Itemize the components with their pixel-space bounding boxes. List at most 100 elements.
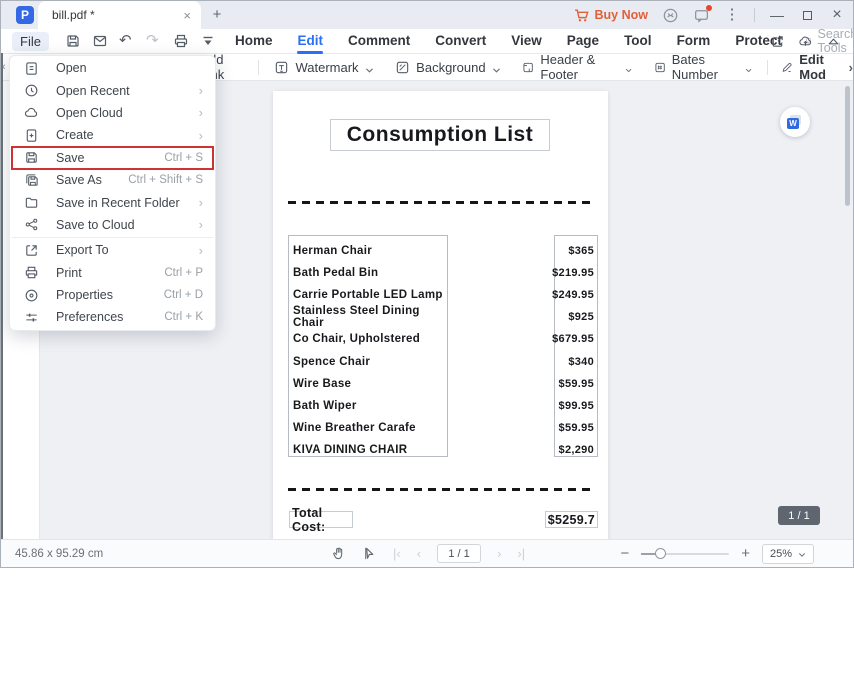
- select-tool-icon[interactable]: [362, 546, 377, 561]
- file-menu-item-open-cloud[interactable]: Open Cloud ›: [10, 102, 215, 124]
- titlebar: P bill.pdf * × + Buy Now ⋮ — ×: [1, 1, 853, 29]
- bates-number-button[interactable]: Bates Number: [654, 52, 753, 82]
- new-tab-button[interactable]: +: [207, 5, 227, 25]
- menu-tab-page[interactable]: Page: [567, 29, 599, 54]
- file-menu-item-print[interactable]: Print Ctrl + P: [10, 262, 215, 284]
- watermark-button[interactable]: Watermark: [274, 60, 373, 75]
- item-price: $679.95: [552, 333, 594, 346]
- background-button[interactable]: Background: [395, 60, 500, 75]
- first-page-icon[interactable]: |‹: [393, 546, 401, 561]
- file-menu-item-label: Export To: [56, 243, 109, 258]
- file-menu-item-create[interactable]: Create ›: [10, 124, 215, 146]
- vertical-scrollbar[interactable]: [845, 86, 850, 206]
- close-window-button[interactable]: ×: [829, 7, 845, 23]
- file-menu-button[interactable]: File: [12, 31, 49, 51]
- hand-tool-icon[interactable]: [331, 546, 346, 561]
- cloud-upload-icon[interactable]: [798, 34, 813, 49]
- file-menu-item-open-recent[interactable]: Open Recent ›: [10, 79, 215, 101]
- zoom-slider-thumb[interactable]: [655, 547, 667, 559]
- circledot-icon: [24, 288, 39, 303]
- doc-title-textbox[interactable]: Consumption List: [330, 119, 550, 151]
- zoom-slider[interactable]: [641, 547, 730, 559]
- menu-tab-form[interactable]: Form: [677, 29, 711, 54]
- submenu-arrow-icon: ›: [198, 105, 203, 121]
- item-names-textbox[interactable]: Herman Chair Bath Pedal Bin Carrie Portabl…: [288, 235, 448, 457]
- file-menu-item-label: Save: [56, 150, 85, 165]
- pencil-icon: [781, 60, 793, 75]
- total-value-textbox[interactable]: $5259.7: [545, 511, 598, 528]
- header-footer-button[interactable]: Header & Footer: [522, 52, 632, 82]
- doclines-icon: [24, 61, 39, 76]
- file-menu-item-save-in-recent-folder[interactable]: Save in Recent Folder ›: [10, 191, 215, 213]
- tab-close-icon[interactable]: ×: [183, 8, 191, 23]
- file-menu-item-properties[interactable]: Properties Ctrl + D: [10, 284, 215, 306]
- share-icon[interactable]: [770, 34, 785, 49]
- shortcut-hint: Ctrl + D: [163, 289, 203, 302]
- maximize-button[interactable]: [799, 7, 815, 23]
- item-price: $59.95: [558, 421, 594, 434]
- file-menu-item-export-to[interactable]: Export To ›: [10, 239, 215, 261]
- app-window: P bill.pdf * × + Buy Now ⋮ — × File ↶ ↷ …: [0, 0, 854, 568]
- more-menu-icon[interactable]: ⋮: [724, 7, 740, 23]
- item-price: $340: [568, 355, 594, 368]
- email-icon[interactable]: [92, 33, 108, 49]
- menubar: File ↶ ↷ Home Edit Comment Convert View Page T…: [1, 27, 854, 55]
- file-menu-item-preferences[interactable]: Preferences Ctrl + K: [10, 306, 215, 328]
- zoom-in-button[interactable]: +: [741, 545, 750, 562]
- undo-icon[interactable]: ↶: [119, 33, 135, 49]
- buy-now-label: Buy Now: [594, 8, 648, 22]
- file-menu-dropdown: Open Open Recent › Open Cloud › Create › Save Ct…: [9, 55, 216, 331]
- quick-print-icon[interactable]: [173, 33, 189, 49]
- menu-tab-edit[interactable]: Edit: [297, 29, 323, 54]
- page-number-input[interactable]: 1 / 1: [437, 544, 482, 563]
- item-price: $925: [568, 311, 594, 324]
- chevron-down-icon: [798, 550, 806, 558]
- file-menu-item-save-to-cloud[interactable]: Save to Cloud ›: [10, 214, 215, 236]
- menu-tab-tool[interactable]: Tool: [624, 29, 652, 54]
- edit-mode-button[interactable]: Edit Mod ›: [781, 52, 853, 82]
- item-prices-textbox[interactable]: $365 $219.95 $249.95 $925 $679.95 $340 $59.95 $…: [552, 235, 598, 457]
- file-menu-item-save-as[interactable]: Save As Ctrl + Shift + S: [10, 169, 215, 191]
- file-menu-item-label: Create: [56, 128, 94, 143]
- item-name: Bath Wiper: [293, 399, 357, 412]
- item-price: $219.95: [552, 267, 594, 280]
- next-page-icon[interactable]: ›: [497, 546, 501, 561]
- menu-tab-convert[interactable]: Convert: [435, 29, 486, 54]
- zoom-level-dropdown[interactable]: 25%: [762, 543, 814, 564]
- floppy-icon: [24, 150, 39, 165]
- notifications-icon[interactable]: [693, 4, 712, 24]
- printer-icon: [24, 265, 39, 280]
- collapse-ribbon-icon[interactable]: [826, 34, 841, 49]
- panel-collapse-icon[interactable]: ‹: [2, 61, 6, 73]
- item-price: $365: [568, 245, 594, 258]
- buy-now-button[interactable]: Buy Now: [573, 7, 648, 24]
- menu-tab-home[interactable]: Home: [235, 29, 273, 54]
- total-label-textbox[interactable]: Total Cost:: [289, 506, 353, 534]
- page-number-badge: 1 / 1: [778, 506, 820, 525]
- item-name: Wine Breather Carafe: [293, 421, 416, 434]
- fit-window-icon[interactable]: [826, 546, 841, 561]
- last-page-icon[interactable]: ›|: [517, 546, 525, 561]
- convert-to-word-button[interactable]: W: [780, 107, 810, 137]
- watermark-label: Watermark: [295, 59, 359, 75]
- item-price: $59.95: [558, 377, 594, 390]
- file-menu-item-open[interactable]: Open: [10, 57, 215, 79]
- file-menu-item-save[interactable]: Save Ctrl + S: [10, 145, 215, 170]
- submenu-arrow-icon: ›: [198, 83, 203, 99]
- document-tab[interactable]: bill.pdf * ×: [38, 1, 201, 29]
- pdf-page[interactable]: Consumption List Herman Chair Bath Pedal …: [273, 91, 608, 541]
- rewards-icon[interactable]: [662, 7, 679, 24]
- bates-number-icon: [654, 60, 666, 75]
- zoom-out-button[interactable]: −: [620, 545, 629, 562]
- menu-tab-view[interactable]: View: [511, 29, 542, 54]
- quick-save-icon[interactable]: [65, 33, 81, 49]
- menu-tab-comment[interactable]: Comment: [348, 29, 410, 54]
- customize-toolbar-icon[interactable]: [200, 33, 216, 49]
- redo-icon[interactable]: ↷: [146, 33, 162, 49]
- file-menu-list: Open Open Recent › Open Cloud › Create › Save Ct…: [10, 57, 215, 329]
- minimize-button[interactable]: —: [769, 7, 785, 23]
- menubar-items: Home Edit Comment Convert View Page Tool Form Pr…: [235, 29, 782, 54]
- prev-page-icon[interactable]: ‹: [417, 546, 421, 561]
- file-menu-item-label: Properties: [56, 288, 113, 303]
- file-menu-item-label: Save As: [56, 173, 102, 188]
